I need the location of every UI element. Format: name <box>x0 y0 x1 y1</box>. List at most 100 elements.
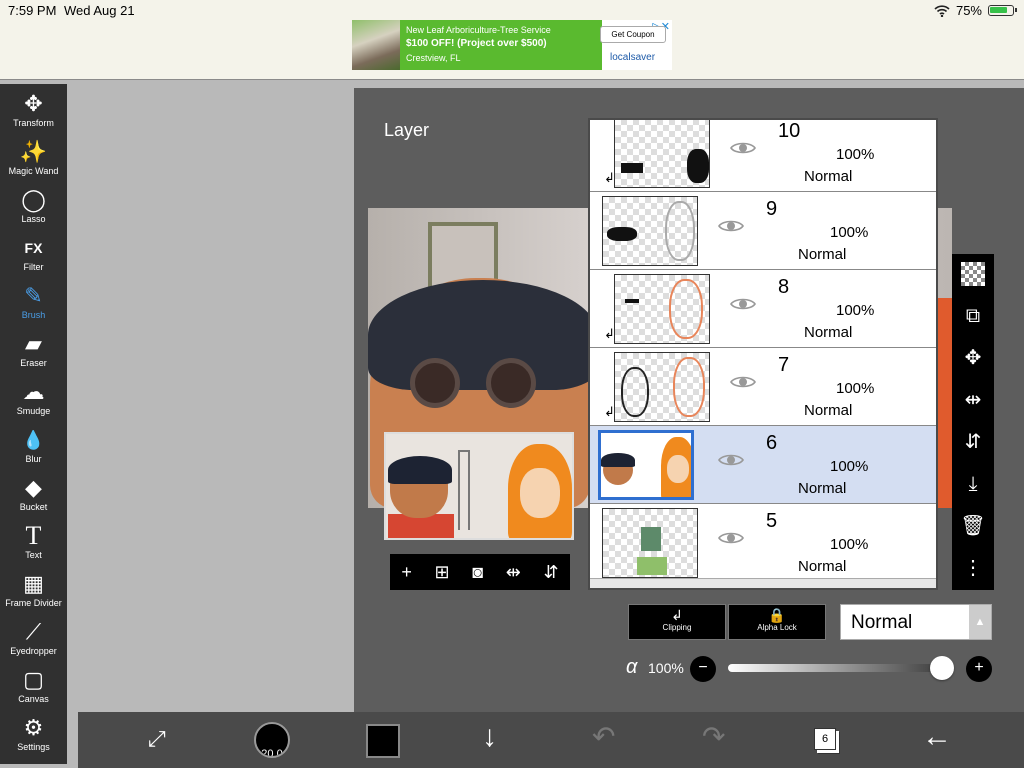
tool-blur[interactable]: 💧 Blur <box>0 426 67 474</box>
add-copy-layer-icon[interactable]: ⊞ <box>435 562 450 583</box>
opacity-value: 100% <box>648 660 684 676</box>
layer-number: 7 <box>778 354 790 376</box>
layer-preview-thumbnail <box>384 432 574 540</box>
redo-icon[interactable]: ↷ <box>702 720 725 753</box>
tool-bucket[interactable]: ◆ Bucket <box>0 474 67 522</box>
panel-title: Layer <box>384 120 430 140</box>
tool-smudge[interactable]: ☁ Smudge <box>0 378 67 426</box>
tool-lasso[interactable]: ◯ Lasso <box>0 186 67 234</box>
opacity-slider-knob[interactable] <box>930 656 954 680</box>
layer-number: 9 <box>766 198 778 220</box>
move-layer-button[interactable]: ✥ <box>952 338 994 378</box>
merge-down-button[interactable]: ⤓ <box>952 464 994 504</box>
tool-canvas[interactable]: ▢ Canvas <box>0 666 67 714</box>
move-icon: ✥ <box>964 347 982 369</box>
tool-label: Settings <box>17 742 50 752</box>
opacity-increase-button[interactable]: + <box>966 656 992 682</box>
layer-thumbnail <box>614 352 710 422</box>
visibility-eye-icon[interactable] <box>730 296 756 312</box>
blend-mode-select[interactable]: Normal ▲ <box>840 604 992 640</box>
alpha-lock-button[interactable]: 🔒 Alpha Lock <box>728 604 826 640</box>
tool-transform[interactable]: ✥ Transform <box>0 90 67 138</box>
ad-coupon-button[interactable]: Get Coupon <box>600 26 666 43</box>
layer-row[interactable]: 9 100% Normal <box>590 192 936 270</box>
layer-list[interactable]: ↲ 10 100% Normal 9 100% Normal ↲ 8 100% … <box>588 118 938 590</box>
thumb-girl-face <box>667 455 689 483</box>
tool-eyedropper[interactable]: ⟋ Eyedropper <box>0 618 67 666</box>
trash-icon: 🗑 <box>960 515 986 537</box>
visibility-eye-icon[interactable] <box>718 218 744 234</box>
back-arrow-icon[interactable]: ← <box>922 720 952 754</box>
tool-eraser[interactable]: ▰ Eraser <box>0 330 67 378</box>
canvas-icon: ▢ <box>23 667 44 692</box>
tool-brush[interactable]: ✎ Brush <box>0 282 67 330</box>
transparency-button[interactable] <box>952 254 994 294</box>
clipping-button[interactable]: ↲ Clipping <box>628 604 726 640</box>
blur-icon: 💧 <box>22 430 45 450</box>
visibility-eye-icon[interactable] <box>718 452 744 468</box>
layer-panel: Layer + ⊞ ◙ ⇹ ⇵ ↲ 10 100% Normal 9 100% … <box>354 88 1024 712</box>
thumb-lineart <box>665 201 695 261</box>
layer-blend-mode: Normal <box>804 168 853 185</box>
battery-icon <box>988 5 1017 16</box>
color-swatch[interactable] <box>366 724 400 758</box>
wifi-icon <box>934 4 950 17</box>
flip-horizontal-icon[interactable]: ⇹ <box>506 562 521 583</box>
thumb-frame <box>637 557 667 575</box>
clipping-icon: ↲ <box>671 607 683 623</box>
left-toolbar: ✥ Transform ✨ Magic Wand ◯ Lasso FX Filter ✎… <box>0 84 67 764</box>
artwork-eye <box>410 358 460 408</box>
brush-size-button[interactable]: 20.0 <box>254 722 290 758</box>
status-bar: 7:59 PM Wed Aug 21 75% New Leaf Arboricu… <box>0 0 1024 80</box>
opacity-slider[interactable] <box>728 656 954 680</box>
layers-button[interactable]: 6 <box>814 728 836 750</box>
visibility-eye-icon[interactable] <box>718 530 744 546</box>
opacity-decrease-button[interactable]: − <box>690 656 716 682</box>
visibility-eye-icon[interactable] <box>730 374 756 390</box>
reference-button[interactable]: ⧉ <box>952 296 994 336</box>
flip-horizontal-button[interactable]: ⇹ <box>952 380 994 420</box>
tool-frame-divider[interactable]: ▦ Frame Divider <box>0 570 67 618</box>
layer-thumbnail <box>614 274 710 344</box>
bucket-icon: ◆ <box>25 475 42 500</box>
bottom-bar: ⤢ 20.0 ↓ ↶ ↷ 6 ← <box>78 712 1024 768</box>
clipping-label: Clipping <box>662 623 692 632</box>
thumb-ink <box>687 149 709 183</box>
camera-icon[interactable]: ◙ <box>472 562 483 583</box>
artwork-boy-hair <box>368 280 598 390</box>
tool-label: Blur <box>25 454 42 464</box>
thumb-lineart <box>621 367 649 417</box>
delete-layer-button[interactable]: 🗑 <box>952 506 994 546</box>
layer-opacity: 100% <box>836 302 875 319</box>
more-button[interactable]: ⋮ <box>952 548 994 588</box>
layer-list-scrollbar[interactable] <box>590 578 936 588</box>
add-layer-icon[interactable]: + <box>401 562 412 583</box>
tool-filter[interactable]: FX Filter <box>0 234 67 282</box>
tool-label: Text <box>25 550 42 560</box>
quick-tools-icon[interactable]: ⤢ <box>148 726 166 752</box>
clipping-arrow-icon: ↲ <box>604 326 615 341</box>
tool-text[interactable]: T Text <box>0 522 67 570</box>
flip-vertical-icon[interactable]: ⇵ <box>544 562 559 583</box>
tool-settings[interactable]: ⚙ Settings <box>0 714 67 762</box>
undo-icon[interactable]: ↶ <box>592 720 615 753</box>
layer-thumbnail <box>602 508 698 578</box>
layer-number: 8 <box>778 276 790 298</box>
arrow-down-icon[interactable]: ↓ <box>482 720 497 754</box>
visibility-eye-icon[interactable] <box>730 140 756 156</box>
ad-banner[interactable]: New Leaf Arboriculture-Tree Service $100… <box>352 20 672 70</box>
layer-row[interactable]: ↲ 10 100% Normal <box>590 120 936 192</box>
layer-row[interactable]: ↲ 8 100% Normal <box>590 270 936 348</box>
blend-mode-value: Normal <box>851 612 913 633</box>
layer-row-selected[interactable]: 6 100% Normal <box>590 426 936 504</box>
tool-magic-wand[interactable]: ✨ Magic Wand <box>0 138 67 186</box>
dropdown-arrow-icon: ▲ <box>969 605 991 639</box>
layer-row[interactable]: 5 100% Normal <box>590 504 936 582</box>
flip-horizontal-icon: ⇹ <box>964 389 982 411</box>
layer-row[interactable]: ↲ 7 100% Normal <box>590 348 936 426</box>
alpha-lock-icon: 🔒 <box>768 607 786 623</box>
tool-label: Frame Divider <box>5 598 62 608</box>
layer-number: 6 <box>766 432 778 454</box>
flip-vertical-button[interactable]: ⇵ <box>952 422 994 462</box>
lasso-icon: ◯ <box>21 187 46 212</box>
